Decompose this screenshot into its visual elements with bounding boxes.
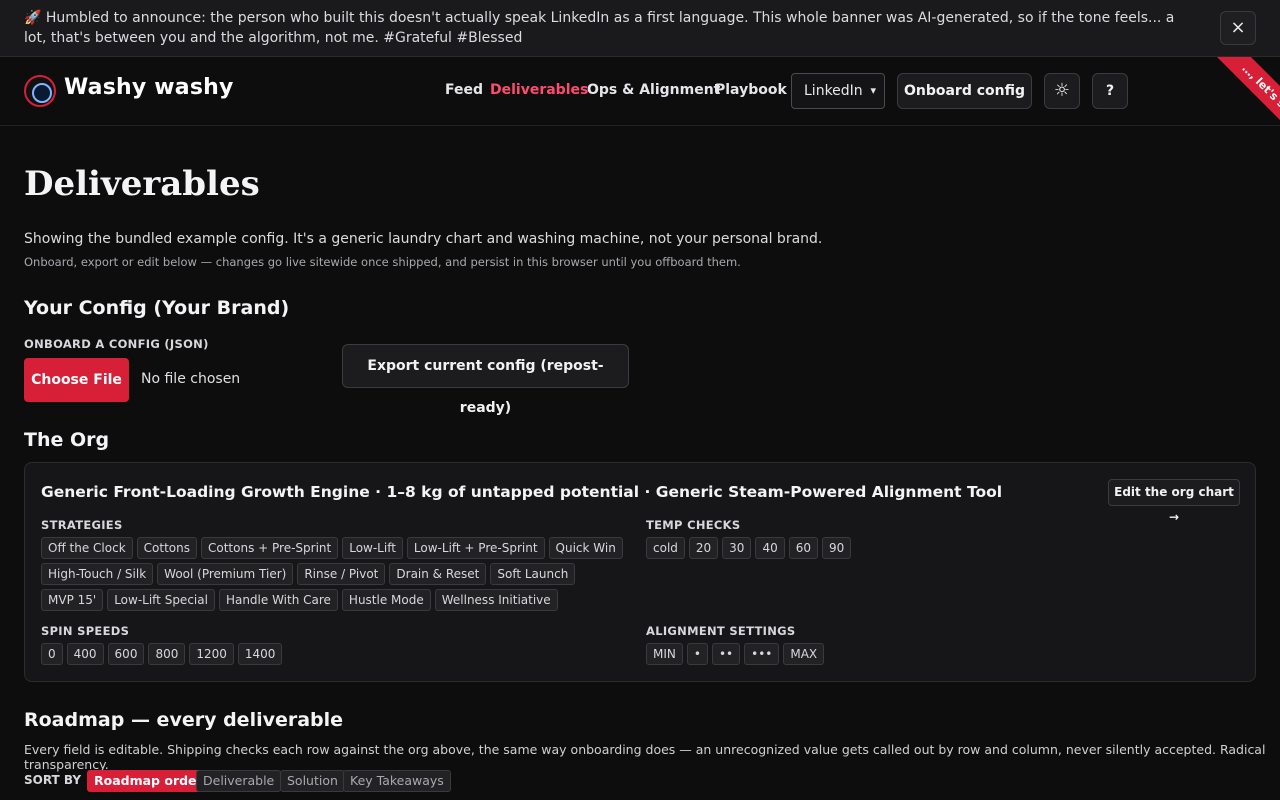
language-select-value: LinkedIn — [804, 83, 863, 99]
sort-key-takeaways[interactable]: Key Takeaways — [343, 770, 451, 792]
strategy-chip: Hustle Mode — [341, 589, 431, 611]
spin-chip: 800 — [148, 643, 186, 665]
alignment-chip: MIN — [646, 643, 683, 665]
page-intro-sub: Onboard, export or edit below — changes … — [24, 255, 741, 269]
chevron-down-icon: ▾ — [870, 84, 876, 97]
spin-chip: 1200 — [189, 643, 234, 665]
help-button[interactable]: ? — [1092, 73, 1128, 109]
alignment-chip: •• — [711, 643, 741, 665]
strategy-chip: MVP 15' — [41, 589, 104, 611]
temp-checks-list: cold 20 30 40 60 90 — [646, 537, 1236, 559]
nav-deliverables[interactable]: Deliverables — [490, 82, 588, 98]
strategy-chip: High-Touch / Silk — [41, 563, 154, 585]
strategies-list: Off the Clock Cottons Cottons + Pre-Spri… — [41, 537, 631, 611]
onboard-config-button[interactable]: Onboard config — [897, 73, 1032, 109]
strategy-chip: Handle With Care — [218, 589, 338, 611]
strategy-chip: Off the Clock — [41, 537, 133, 559]
org-heading: The Org — [24, 429, 110, 451]
strategy-chip: Cottons — [136, 537, 197, 559]
page-intro: Showing the bundled example config. It's… — [24, 231, 823, 247]
corner-ribbon[interactable]: …, let's sync — [1214, 57, 1280, 125]
onboard-config-label: Onboard a config (JSON) — [24, 337, 209, 351]
org-title: Generic Front-Loading Growth Engine · 1–… — [41, 483, 1003, 501]
strategy-chip: Soft Launch — [490, 563, 576, 585]
strategy-chip: Low-Lift + Pre-Sprint — [406, 537, 545, 559]
roadmap-description: Every field is editable. Shipping checks… — [24, 742, 1266, 772]
spin-chip: 0 — [41, 643, 63, 665]
banner-close-button[interactable]: × — [1220, 11, 1256, 45]
strategy-chip: Rinse / Pivot — [297, 563, 386, 585]
temp-chip: 30 — [722, 537, 752, 559]
alignment-settings-label: Alignment settings — [646, 624, 796, 638]
strategy-chip: Drain & Reset — [389, 563, 487, 585]
announcement-banner: 🚀 Humbled to announce: the person who bu… — [0, 0, 1280, 57]
banner-text: 🚀 Humbled to announce: the person who bu… — [24, 10, 1175, 46]
temp-chip: 90 — [822, 537, 852, 559]
strategy-chip: Low-Lift Special — [107, 589, 215, 611]
theme-toggle-sun-icon[interactable]: ☼ — [1044, 73, 1080, 109]
config-heading: Your Config (Your Brand) — [24, 297, 290, 319]
alignment-chip: ••• — [744, 643, 780, 665]
washing-machine-logo-icon[interactable] — [24, 75, 56, 107]
export-config-button[interactable]: Export current config (repost-ready) — [342, 344, 629, 416]
choose-file-button[interactable]: Choose File — [24, 358, 129, 402]
file-status: No file chosen — [141, 371, 241, 387]
temp-chip: cold — [646, 537, 685, 559]
alignment-chip: MAX — [783, 643, 825, 665]
edit-org-chart-button[interactable]: Edit the org chart → — [1108, 479, 1240, 524]
page-title: Deliverables — [24, 164, 260, 204]
spin-speeds-list: 0 400 600 800 1200 1400 — [41, 643, 631, 665]
spin-speeds-label: Spin speeds — [41, 624, 130, 638]
alignment-chip: • — [686, 643, 708, 665]
temp-checks-label: Temp checks — [646, 518, 741, 532]
spin-chip: 600 — [107, 643, 145, 665]
temp-chip: 20 — [688, 537, 719, 559]
sort-deliverable[interactable]: Deliverable — [196, 770, 282, 792]
nav-ops-alignment[interactable]: Ops & Alignment — [587, 82, 720, 98]
language-select[interactable]: LinkedIn ▾ — [791, 73, 885, 109]
spin-chip: 400 — [66, 643, 104, 665]
temp-chip: 40 — [755, 537, 785, 559]
strategy-chip: Cottons + Pre-Sprint — [200, 537, 339, 559]
strategy-chip: Quick Win — [548, 537, 623, 559]
temp-chip: 60 — [788, 537, 819, 559]
strategy-chip: Wellness Initiative — [434, 589, 558, 611]
alignment-settings-list: MIN • •• ••• MAX — [646, 643, 1236, 665]
nav-feed[interactable]: Feed — [445, 82, 483, 98]
strategy-chip: Wool (Premium Tier) — [157, 563, 294, 585]
strategy-chip: Low-Lift — [342, 537, 403, 559]
roadmap-heading: Roadmap — every deliverable — [24, 709, 344, 731]
org-card: Generic Front-Loading Growth Engine · 1–… — [24, 462, 1256, 682]
sort-by-label: SORT BY — [24, 773, 82, 787]
spin-chip: 1400 — [237, 643, 283, 665]
sort-roadmap-order[interactable]: Roadmap order — [87, 770, 210, 792]
brand-name[interactable]: Washy washy — [64, 75, 234, 100]
strategies-label: Strategies — [41, 518, 123, 532]
sort-solution[interactable]: Solution — [280, 770, 345, 792]
nav-playbook[interactable]: Playbook — [715, 82, 787, 98]
site-header: Washy washy Feed Deliverables Ops & Alig… — [0, 57, 1280, 126]
